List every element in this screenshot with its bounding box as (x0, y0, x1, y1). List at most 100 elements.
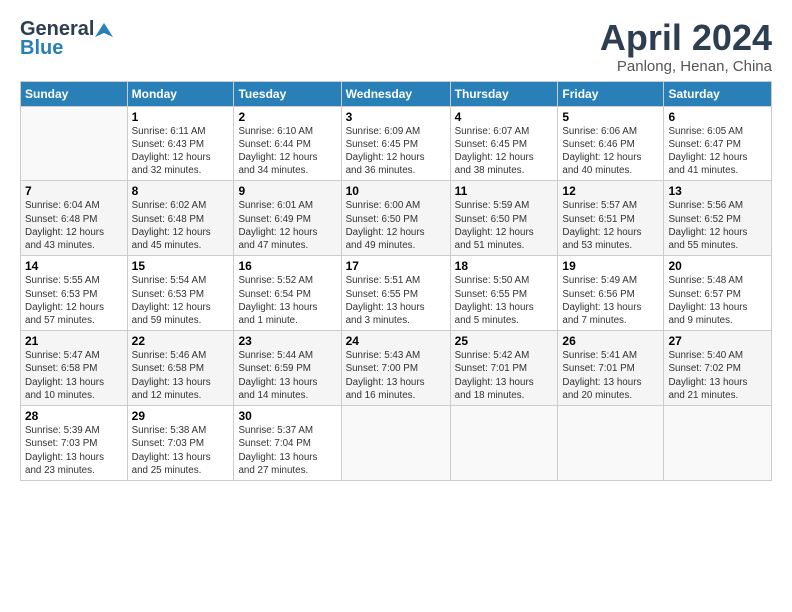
calendar-cell: 13Sunrise: 5:56 AM Sunset: 6:52 PM Dayli… (664, 181, 772, 256)
day-number: 1 (132, 110, 230, 124)
day-number: 25 (455, 334, 554, 348)
day-info: Sunrise: 5:46 AM Sunset: 6:58 PM Dayligh… (132, 349, 230, 402)
calendar-cell: 27Sunrise: 5:40 AM Sunset: 7:02 PM Dayli… (664, 331, 772, 406)
calendar-cell: 19Sunrise: 5:49 AM Sunset: 6:56 PM Dayli… (558, 256, 664, 331)
calendar-cell: 5Sunrise: 6:06 AM Sunset: 6:46 PM Daylig… (558, 106, 664, 181)
calendar-cell: 30Sunrise: 5:37 AM Sunset: 7:04 PM Dayli… (234, 406, 341, 481)
logo-bird-icon (95, 21, 113, 39)
day-info: Sunrise: 6:00 AM Sunset: 6:50 PM Dayligh… (346, 199, 446, 252)
calendar-cell (21, 106, 128, 181)
day-info: Sunrise: 5:39 AM Sunset: 7:03 PM Dayligh… (25, 424, 123, 477)
logo-blue: Blue (20, 37, 63, 60)
day-info: Sunrise: 6:06 AM Sunset: 6:46 PM Dayligh… (562, 125, 659, 178)
day-number: 12 (562, 184, 659, 198)
day-number: 23 (238, 334, 336, 348)
day-info: Sunrise: 5:48 AM Sunset: 6:57 PM Dayligh… (668, 274, 767, 327)
day-info: Sunrise: 6:04 AM Sunset: 6:48 PM Dayligh… (25, 199, 123, 252)
day-info: Sunrise: 5:47 AM Sunset: 6:58 PM Dayligh… (25, 349, 123, 402)
day-number: 15 (132, 259, 230, 273)
day-info: Sunrise: 6:01 AM Sunset: 6:49 PM Dayligh… (238, 199, 336, 252)
day-info: Sunrise: 5:56 AM Sunset: 6:52 PM Dayligh… (668, 199, 767, 252)
day-number: 4 (455, 110, 554, 124)
day-info: Sunrise: 5:49 AM Sunset: 6:56 PM Dayligh… (562, 274, 659, 327)
day-info: Sunrise: 5:40 AM Sunset: 7:02 PM Dayligh… (668, 349, 767, 402)
calendar-cell: 1Sunrise: 6:11 AM Sunset: 6:43 PM Daylig… (127, 106, 234, 181)
day-number: 20 (668, 259, 767, 273)
day-number: 11 (455, 184, 554, 198)
location: Panlong, Henan, China (600, 58, 772, 75)
day-info: Sunrise: 5:50 AM Sunset: 6:55 PM Dayligh… (455, 274, 554, 327)
col-friday: Friday (558, 81, 664, 106)
col-sunday: Sunday (21, 81, 128, 106)
calendar-table: Sunday Monday Tuesday Wednesday Thursday… (20, 81, 772, 481)
col-tuesday: Tuesday (234, 81, 341, 106)
day-number: 19 (562, 259, 659, 273)
day-info: Sunrise: 5:43 AM Sunset: 7:00 PM Dayligh… (346, 349, 446, 402)
day-info: Sunrise: 5:55 AM Sunset: 6:53 PM Dayligh… (25, 274, 123, 327)
calendar-cell: 21Sunrise: 5:47 AM Sunset: 6:58 PM Dayli… (21, 331, 128, 406)
calendar-cell: 16Sunrise: 5:52 AM Sunset: 6:54 PM Dayli… (234, 256, 341, 331)
day-number: 6 (668, 110, 767, 124)
calendar-cell: 9Sunrise: 6:01 AM Sunset: 6:49 PM Daylig… (234, 181, 341, 256)
calendar-cell: 14Sunrise: 5:55 AM Sunset: 6:53 PM Dayli… (21, 256, 128, 331)
calendar-cell: 2Sunrise: 6:10 AM Sunset: 6:44 PM Daylig… (234, 106, 341, 181)
col-wednesday: Wednesday (341, 81, 450, 106)
calendar-cell (450, 406, 558, 481)
calendar-cell (664, 406, 772, 481)
day-info: Sunrise: 6:05 AM Sunset: 6:47 PM Dayligh… (668, 125, 767, 178)
week-row-2: 7Sunrise: 6:04 AM Sunset: 6:48 PM Daylig… (21, 181, 772, 256)
calendar-cell: 22Sunrise: 5:46 AM Sunset: 6:58 PM Dayli… (127, 331, 234, 406)
day-number: 29 (132, 409, 230, 423)
day-number: 2 (238, 110, 336, 124)
day-number: 3 (346, 110, 446, 124)
day-info: Sunrise: 5:37 AM Sunset: 7:04 PM Dayligh… (238, 424, 336, 477)
week-row-5: 28Sunrise: 5:39 AM Sunset: 7:03 PM Dayli… (21, 406, 772, 481)
day-info: Sunrise: 6:07 AM Sunset: 6:45 PM Dayligh… (455, 125, 554, 178)
day-number: 28 (25, 409, 123, 423)
calendar-cell: 17Sunrise: 5:51 AM Sunset: 6:55 PM Dayli… (341, 256, 450, 331)
title-block: April 2024 Panlong, Henan, China (600, 18, 772, 75)
calendar-cell: 20Sunrise: 5:48 AM Sunset: 6:57 PM Dayli… (664, 256, 772, 331)
calendar-cell (558, 406, 664, 481)
day-info: Sunrise: 6:10 AM Sunset: 6:44 PM Dayligh… (238, 125, 336, 178)
calendar-cell: 25Sunrise: 5:42 AM Sunset: 7:01 PM Dayli… (450, 331, 558, 406)
day-number: 21 (25, 334, 123, 348)
day-info: Sunrise: 5:51 AM Sunset: 6:55 PM Dayligh… (346, 274, 446, 327)
calendar-cell: 28Sunrise: 5:39 AM Sunset: 7:03 PM Dayli… (21, 406, 128, 481)
col-saturday: Saturday (664, 81, 772, 106)
column-header-row: Sunday Monday Tuesday Wednesday Thursday… (21, 81, 772, 106)
day-info: Sunrise: 5:38 AM Sunset: 7:03 PM Dayligh… (132, 424, 230, 477)
calendar-cell: 6Sunrise: 6:05 AM Sunset: 6:47 PM Daylig… (664, 106, 772, 181)
week-row-1: 1Sunrise: 6:11 AM Sunset: 6:43 PM Daylig… (21, 106, 772, 181)
calendar-cell: 4Sunrise: 6:07 AM Sunset: 6:45 PM Daylig… (450, 106, 558, 181)
day-number: 5 (562, 110, 659, 124)
day-info: Sunrise: 6:02 AM Sunset: 6:48 PM Dayligh… (132, 199, 230, 252)
day-number: 24 (346, 334, 446, 348)
day-info: Sunrise: 6:09 AM Sunset: 6:45 PM Dayligh… (346, 125, 446, 178)
day-number: 18 (455, 259, 554, 273)
day-number: 14 (25, 259, 123, 273)
day-number: 10 (346, 184, 446, 198)
day-number: 9 (238, 184, 336, 198)
calendar-cell: 23Sunrise: 5:44 AM Sunset: 6:59 PM Dayli… (234, 331, 341, 406)
day-info: Sunrise: 5:42 AM Sunset: 7:01 PM Dayligh… (455, 349, 554, 402)
day-number: 13 (668, 184, 767, 198)
calendar-cell: 15Sunrise: 5:54 AM Sunset: 6:53 PM Dayli… (127, 256, 234, 331)
day-info: Sunrise: 5:44 AM Sunset: 6:59 PM Dayligh… (238, 349, 336, 402)
day-number: 22 (132, 334, 230, 348)
day-number: 8 (132, 184, 230, 198)
col-monday: Monday (127, 81, 234, 106)
day-number: 26 (562, 334, 659, 348)
calendar-cell (341, 406, 450, 481)
day-info: Sunrise: 5:52 AM Sunset: 6:54 PM Dayligh… (238, 274, 336, 327)
calendar-cell: 8Sunrise: 6:02 AM Sunset: 6:48 PM Daylig… (127, 181, 234, 256)
calendar-cell: 12Sunrise: 5:57 AM Sunset: 6:51 PM Dayli… (558, 181, 664, 256)
day-number: 17 (346, 259, 446, 273)
page: General Blue April 2024 Panlong, Henan, … (0, 0, 792, 491)
day-number: 30 (238, 409, 336, 423)
header: General Blue April 2024 Panlong, Henan, … (20, 18, 772, 75)
calendar-cell: 18Sunrise: 5:50 AM Sunset: 6:55 PM Dayli… (450, 256, 558, 331)
day-number: 7 (25, 184, 123, 198)
day-number: 27 (668, 334, 767, 348)
day-info: Sunrise: 5:57 AM Sunset: 6:51 PM Dayligh… (562, 199, 659, 252)
